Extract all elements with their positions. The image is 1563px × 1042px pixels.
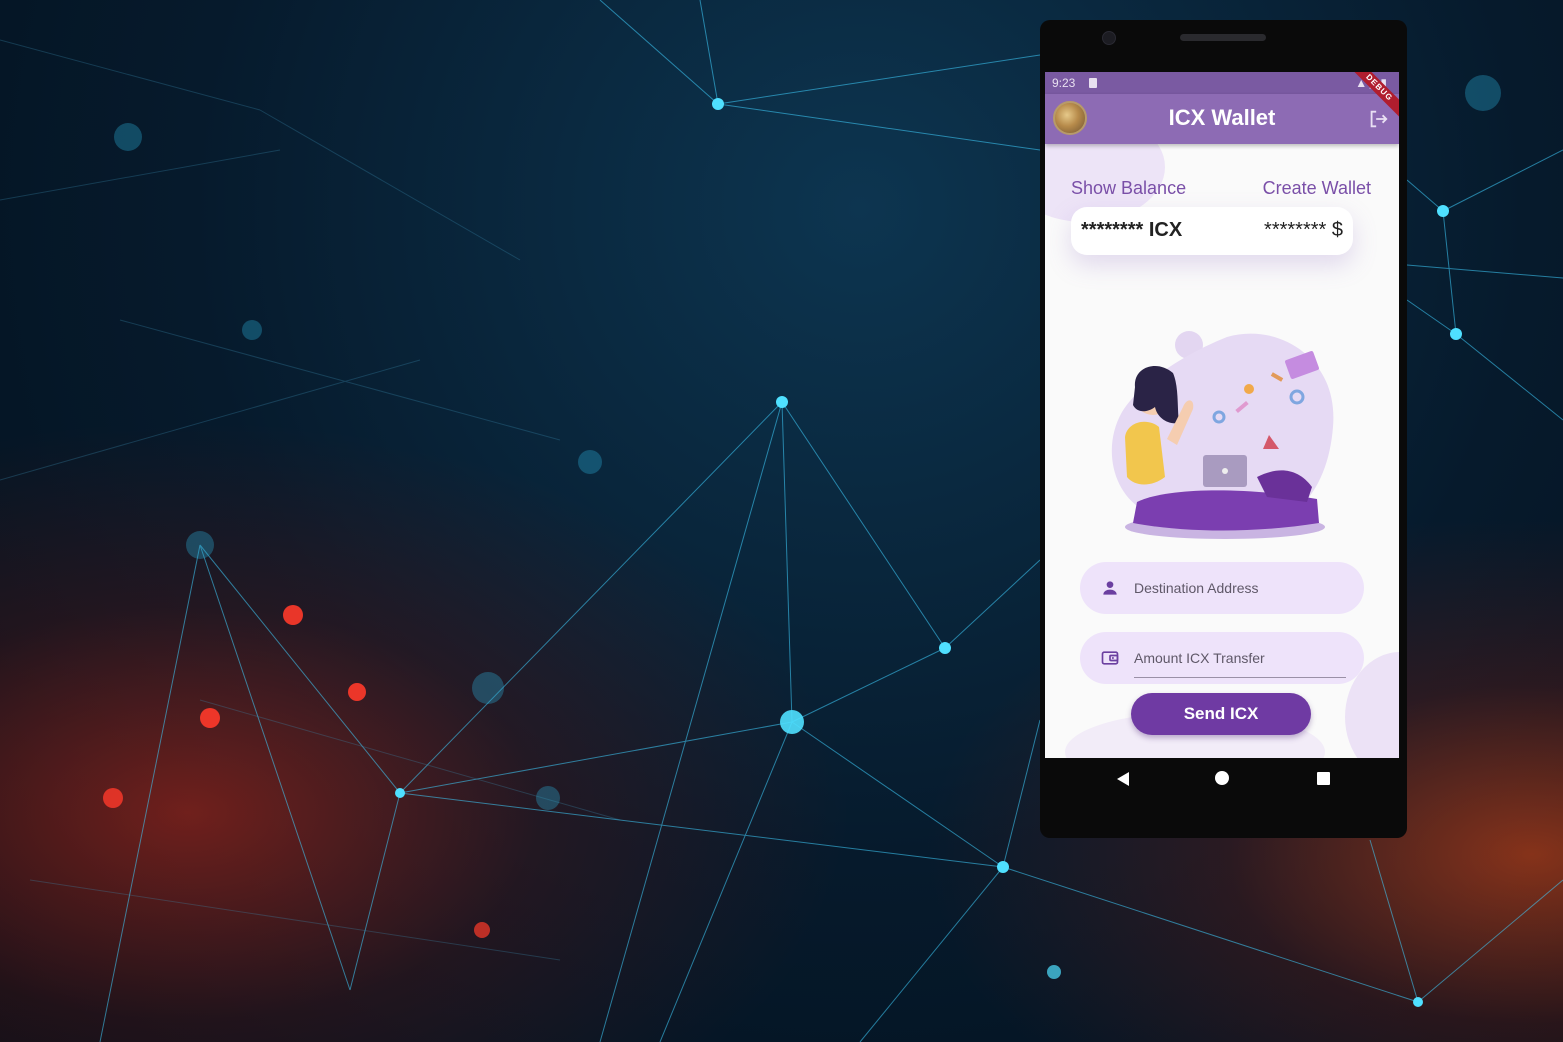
send-icx-button[interactable]: Send ICX bbox=[1131, 693, 1311, 735]
speaker bbox=[1180, 34, 1266, 41]
amount-field[interactable]: Amount ICX Transfer bbox=[1080, 632, 1364, 684]
status-time: 9:23 bbox=[1052, 76, 1076, 90]
status-bar: 9:23 ▲◢▮ bbox=[1045, 72, 1399, 94]
app-screen: 9:23 ▲◢▮ ICX Wallet DEBUG Show Balance C… bbox=[1045, 72, 1399, 758]
person-icon bbox=[1103, 581, 1117, 595]
camera bbox=[1102, 31, 1116, 45]
destination-address-field[interactable]: Destination Address bbox=[1080, 562, 1364, 614]
usd-balance: ******** $ bbox=[1264, 219, 1343, 241]
create-wallet-link[interactable]: Create Wallet bbox=[1263, 178, 1371, 199]
woman-with-laptop-illustration bbox=[1111, 331, 1334, 539]
android-nav-bar bbox=[1045, 758, 1399, 800]
sd-card-icon bbox=[1089, 78, 1097, 88]
logout-icon[interactable] bbox=[1367, 108, 1389, 130]
app-bar: ICX Wallet bbox=[1045, 94, 1399, 144]
app-title: ICX Wallet bbox=[1168, 105, 1276, 130]
icx-balance: ******** ICX bbox=[1081, 219, 1183, 241]
home-icon[interactable] bbox=[1215, 771, 1229, 785]
balance-card: ******** ICX ******** $ bbox=[1071, 207, 1353, 255]
amount-placeholder: Amount ICX Transfer bbox=[1134, 650, 1265, 666]
recents-icon[interactable] bbox=[1317, 772, 1330, 785]
wallet-icon bbox=[1101, 651, 1119, 665]
destination-address-placeholder: Destination Address bbox=[1134, 580, 1259, 596]
phone-frame: 9:23 ▲◢▮ ICX Wallet DEBUG Show Balance C… bbox=[1040, 20, 1407, 838]
input-underline bbox=[1134, 677, 1346, 678]
show-balance-link[interactable]: Show Balance bbox=[1071, 178, 1186, 199]
back-icon[interactable] bbox=[1115, 771, 1131, 787]
